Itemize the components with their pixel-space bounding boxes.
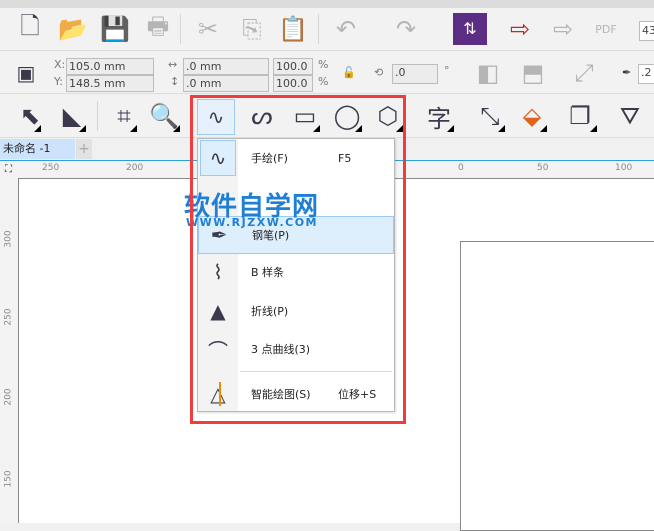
x-label: X: [54,58,66,71]
print-icon[interactable]: 🖶 [140,11,176,47]
ruler-tick-label: 250 [3,308,14,326]
paste-icon[interactable]: 📋 [275,11,311,47]
ruler-tick-label: 300 [3,230,14,248]
lock-ratio-icon[interactable]: 🔓 [342,66,356,79]
ruler-tick-label: 200 [3,388,14,406]
copy-icon[interactable]: ⎘ [234,11,270,47]
corel-connect-icon[interactable]: ⇅ [453,13,487,45]
rotation-angle-field[interactable]: .0 [392,64,438,84]
import-icon[interactable]: ⇨ [502,11,538,47]
mirror-horizontal-icon[interactable]: ◧ [470,55,506,91]
cut-icon[interactable]: ✂ [190,11,226,47]
degree-label: ° [444,64,450,77]
open-folder-icon[interactable]: 📂 [55,11,91,47]
ruler-tick-label: 0 [458,163,464,173]
export-icon[interactable]: ⇨ [545,11,581,47]
ruler-tick-label: 150 [3,470,14,488]
fill-tool-icon[interactable]: ⛛ [612,98,648,134]
add-document-tab-button[interactable]: + [76,139,92,159]
scale-y-field[interactable]: 100.0 [273,75,313,92]
width-icon: ↔ [168,58,178,71]
outline-pen-icon: ✒ [622,66,632,79]
percent-label: % [318,75,329,88]
publish-pdf-icon[interactable]: PDF [588,11,624,47]
outline-width-field[interactable]: .2 [638,64,654,84]
new-document-icon[interactable]: 🗋 [12,11,48,47]
scale-icon[interactable]: ⤢ [566,55,602,91]
height-field[interactable]: .0 mm [183,75,269,92]
ruler-tick-label: 100 [615,163,633,173]
undo-icon[interactable]: ↶ [328,11,364,47]
document-page [460,241,654,531]
zoom-level-field[interactable]: 43 [639,21,654,41]
mirror-vertical-icon[interactable]: ⬒ [515,55,551,91]
ruler-origin-icon[interactable]: ⛶ [5,164,12,175]
reference-point-icon[interactable]: ▣ [8,55,44,91]
y-label: Y: [54,75,63,88]
y-position-field[interactable]: 148.5 mm [66,75,154,92]
rotate-icon: ⟲ [374,66,384,79]
annotation-highlight-box [190,95,406,424]
title-bar-strip [0,0,654,8]
vertical-ruler[interactable]: 300 250 200 150 [0,178,18,523]
pick-tool-icon[interactable]: ⬉ [12,98,48,134]
ruler-tick-label: 50 [537,163,549,173]
ruler-tick-label: 250 [42,163,60,173]
percent-label: % [318,58,329,71]
height-icon: ↕ [170,75,180,88]
standard-toolbar: 🗋 📂 💾 🖶 ✂ ⎘ 📋 ↶ ↷ ⇅ ⇨ ⇨ PDF 43 [0,8,654,51]
property-bar: ▣ X: 105.0 mm Y: 148.5 mm ↔ .0 mm ↕ .0 m… [0,52,654,94]
document-tab[interactable]: 未命名 -1 [0,139,75,159]
ruler-tick-label: 200 [126,163,144,173]
save-icon[interactable]: 💾 [97,11,133,47]
redo-icon[interactable]: ↷ [388,11,424,47]
scale-x-field[interactable]: 100.0 [273,58,313,75]
x-position-field[interactable]: 105.0 mm [66,58,154,75]
width-field[interactable]: .0 mm [183,58,269,75]
